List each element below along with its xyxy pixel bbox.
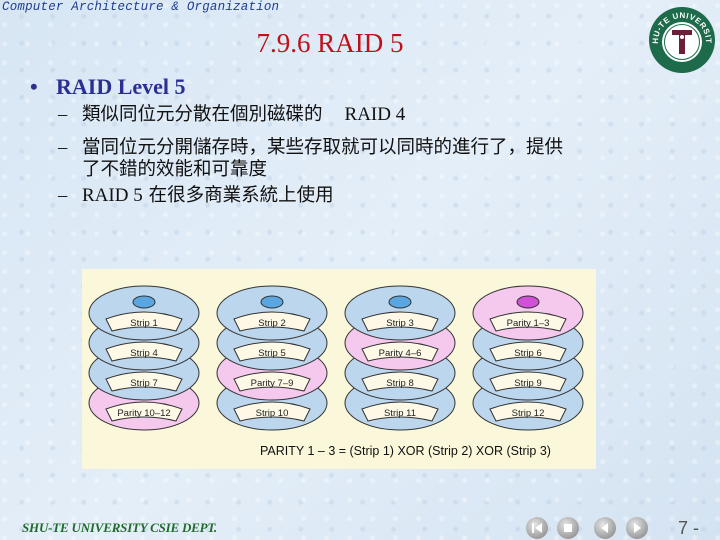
sub-item-1: – 類似同位元分散在個別磁碟的 RAID 4 <box>58 104 405 126</box>
bullet-symbol: • <box>30 74 38 99</box>
platter-label: Strip 12 <box>512 408 545 419</box>
bullet-text: RAID Level 5 <box>56 74 186 99</box>
spindle-hub <box>260 295 284 309</box>
sub-item-1-latin: RAID 4 <box>344 104 406 125</box>
platter-label: Parity 4–6 <box>379 348 422 359</box>
sub-item-2-line1: 當同位元分開儲存時，某些存取就可以同時的進行了，提供 <box>82 137 564 158</box>
next-icon <box>634 523 641 533</box>
disk-3: Strip 11 Strip 8 Parity 4–6 Strip 3 <box>344 285 456 431</box>
disk-2: Strip 10 Parity 7–9 Strip 5 Strip 2 <box>216 285 328 431</box>
dash: – <box>58 105 68 125</box>
platter-label: Parity 1–3 <box>507 318 550 329</box>
spindle-hub <box>516 295 540 309</box>
spindle-hub <box>388 295 412 309</box>
stop-icon <box>564 524 572 532</box>
disk-1: Parity 10–12 Strip 7 Strip 4 Strip 1 <box>88 285 200 431</box>
platter-label: Strip 9 <box>514 378 541 389</box>
dash: – <box>58 138 68 158</box>
footer-department: SHU-TE UNIVERSITY CSIE DEPT. <box>22 520 217 535</box>
platter-strip-2: Strip 2 <box>216 285 328 341</box>
sub-item-1-text: 類似同位元分散在個別磁碟的 <box>82 104 323 125</box>
sub-item-3-text: 在很多商業系統上使用 <box>148 185 334 206</box>
raid5-disks-svg: Parity 10–12 Strip 7 Strip 4 Strip 1 Strip 1… <box>88 285 584 458</box>
platter-label: Parity 10–12 <box>117 408 170 419</box>
slide-title: 7.9.6 RAID 5 <box>256 28 404 58</box>
spindle-hub <box>132 295 156 309</box>
course-title: Computer Architecture & Organization <box>2 0 280 14</box>
platter-label: Strip 8 <box>386 378 413 389</box>
end-show-button[interactable] <box>557 517 579 539</box>
platter-strip-1: Strip 1 <box>88 285 200 341</box>
platter-label: Strip 3 <box>386 318 413 329</box>
platter-label: Strip 1 <box>130 318 157 329</box>
sub-item-3: – RAID 5 在很多商業系統上使用 <box>58 185 334 207</box>
first-slide-icon <box>532 523 542 533</box>
first-slide-button[interactable] <box>526 517 548 539</box>
bullet-raid-level-5: • RAID Level 5 <box>30 74 186 100</box>
platter-strip-3: Strip 3 <box>344 285 456 341</box>
sub-item-2: – 當同位元分開儲存時，某些存取就可以同時的進行了，提供 了不錯的效能和可靠度 <box>58 137 563 180</box>
sub-item-3-latin: RAID 5 <box>82 185 143 206</box>
platter-label: Strip 10 <box>256 408 289 419</box>
previous-slide-button[interactable] <box>594 517 616 539</box>
dash: – <box>58 186 68 206</box>
platter-label: Strip 11 <box>384 408 416 419</box>
raid5-diagram: Parity 10–12 Strip 7 Strip 4 Strip 1 Strip 1… <box>82 269 596 469</box>
platter-label: Strip 6 <box>514 348 541 359</box>
university-logo: SHU-TE UNIVERSITY <box>648 6 715 73</box>
next-slide-button[interactable] <box>626 517 648 539</box>
platter-label: Strip 4 <box>130 348 157 359</box>
sub-item-2-line2: 了不錯的效能和可靠度 <box>82 159 268 180</box>
parity-caption: PARITY 1 – 3 = (Strip 1) XOR (Strip 2) X… <box>260 444 551 458</box>
disk-4: Strip 12 Strip 9 Strip 6 Parity 1–3 <box>472 285 584 431</box>
previous-icon <box>601 523 608 533</box>
platter-label: Strip 7 <box>130 378 157 389</box>
platter-parity-1-3: Parity 1–3 <box>472 285 584 341</box>
platter-label: Strip 5 <box>258 348 285 359</box>
platter-label: Parity 7–9 <box>251 378 294 389</box>
platter-label: Strip 2 <box>258 318 285 329</box>
page-number: 7 - <box>678 518 700 538</box>
